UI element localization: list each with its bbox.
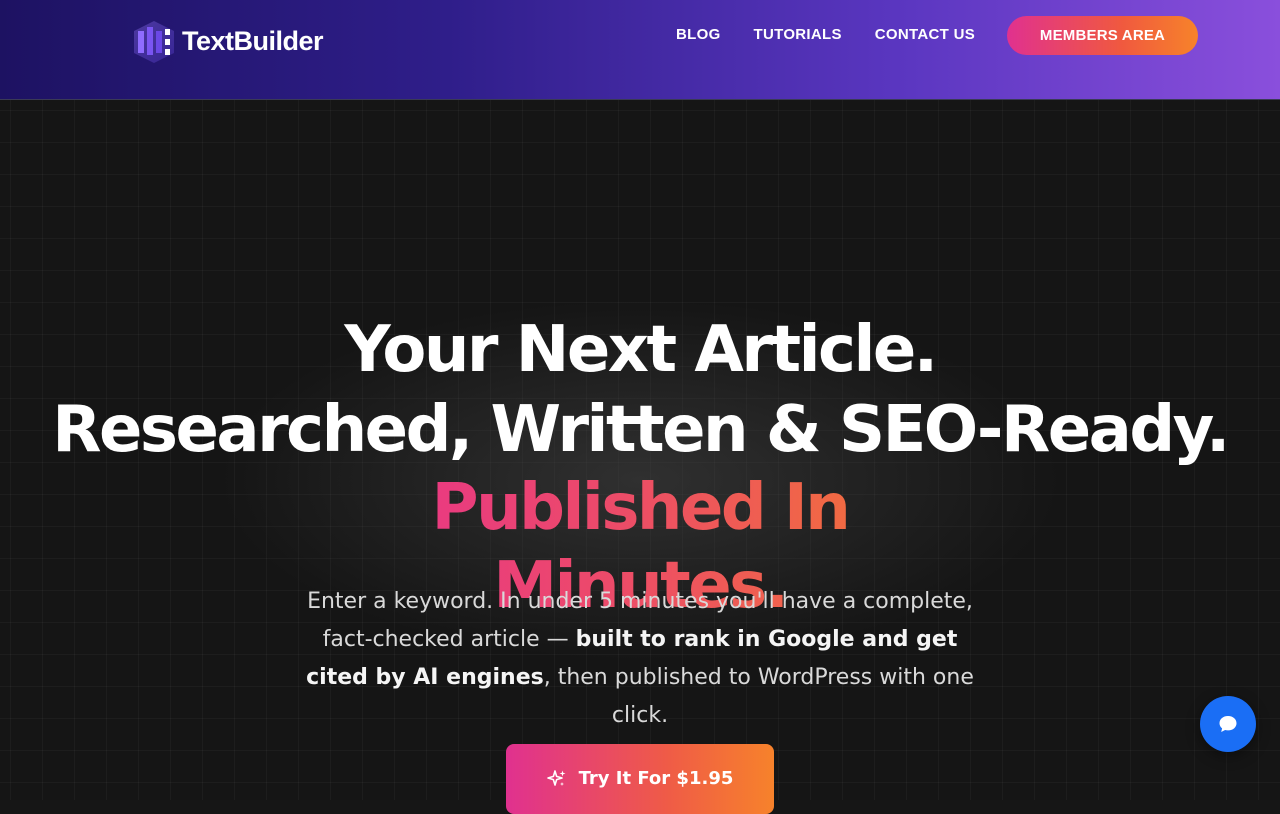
brand-logo-link[interactable]: TextBuilder xyxy=(130,16,324,66)
chat-bubble-icon xyxy=(1219,716,1237,732)
main-nav: BLOG TUTORIALS CONTACT US xyxy=(676,26,1008,44)
try-it-button[interactable]: Try It For $1.95 xyxy=(506,744,774,814)
hero-headline-line1: Your Next Article. xyxy=(344,313,938,387)
nav-blog-link[interactable]: BLOG xyxy=(676,26,721,44)
sparkle-icon xyxy=(546,770,566,786)
nav-tutorials-link[interactable]: TUTORIALS xyxy=(754,26,842,44)
hero-subtitle: Enter a keyword. In under 5 minutes you'… xyxy=(290,583,990,735)
members-area-button[interactable]: MEMBERS AREA xyxy=(1007,16,1198,55)
chat-launcher-button[interactable] xyxy=(1200,696,1256,752)
textbuilder-logo-icon xyxy=(134,21,174,63)
try-it-label: Try It For $1.95 xyxy=(578,768,734,789)
nav-contact-link[interactable]: CONTACT US xyxy=(875,26,975,44)
hero-subtitle-part2: , then published to WordPress with one c… xyxy=(543,665,974,728)
hero-headline-line2: Researched, Written & SEO-Ready. xyxy=(52,393,1230,467)
site-header: TextBuilder BLOG TUTORIALS CONTACT US ME… xyxy=(0,0,1280,100)
brand-name: TextBuilder xyxy=(182,25,324,56)
